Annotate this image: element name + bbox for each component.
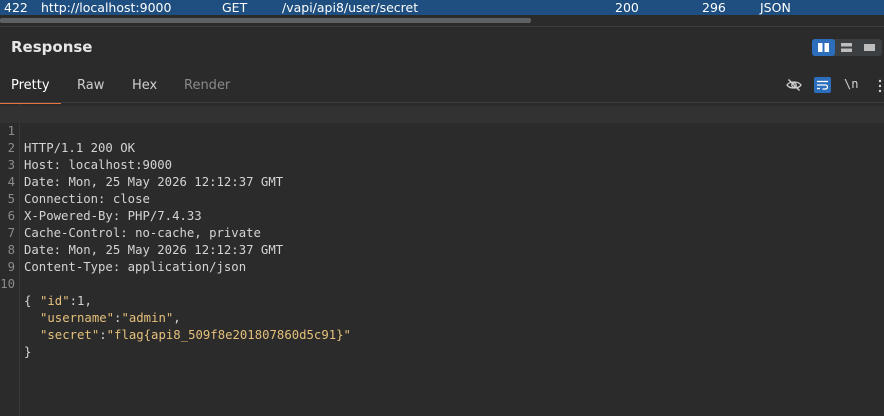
json-close-brace: }	[24, 345, 32, 359]
header-value: localhost:9000	[68, 158, 173, 172]
editor-line: 6 Cache-Control: no-cache, private	[0, 191, 261, 240]
header-value: no-cache, private	[135, 226, 261, 240]
header-value: Mon, 25 May 2026 12:12:37 GMT	[68, 175, 284, 189]
show-newlines-button[interactable]: \n	[844, 77, 858, 91]
editor-line: "id":1,	[40, 294, 92, 308]
panel-title: Response	[11, 38, 93, 56]
editor-line: 7 Date: Mon, 25 May 2026 12:12:37 GMT	[0, 208, 284, 257]
header-name: Cache-Control	[24, 226, 121, 240]
divider	[0, 26, 884, 27]
json-key: "secret"	[40, 328, 100, 342]
split-horizontal-icon[interactable]	[835, 39, 858, 56]
single-pane-icon[interactable]	[858, 39, 881, 56]
editor-line: 9	[0, 242, 30, 274]
editor-line: 2 Host: localhost:9000	[0, 123, 173, 172]
editor-line: 4 Connection: close	[0, 157, 150, 206]
header-value: application/json	[127, 260, 247, 274]
tab-pretty[interactable]: Pretty	[0, 72, 61, 104]
kebab-menu-icon[interactable]	[872, 78, 882, 93]
history-row-selected[interactable]: 422 http://localhost:9000 GET /vapi/api8…	[0, 0, 884, 15]
editor-line: 10 {	[0, 259, 31, 308]
history-id: 422	[4, 0, 28, 15]
history-length: 296	[702, 0, 726, 15]
history-host: http://localhost:9000	[41, 0, 172, 15]
tab-hex[interactable]: Hex	[132, 72, 157, 102]
json-value: "admin"	[121, 311, 174, 325]
horizontal-scrollbar[interactable]	[0, 16, 884, 24]
editor-line: "username":"admin",	[40, 311, 181, 325]
split-vertical-icon[interactable]	[812, 39, 835, 56]
json-key: "username"	[40, 311, 115, 325]
tab-render[interactable]: Render	[184, 72, 230, 102]
editor-line: 1 HTTP/1.1 200 OK	[0, 106, 884, 155]
divider	[0, 102, 884, 103]
status-line: HTTP/1.1 200 OK	[24, 141, 136, 155]
json-value: "flag{api8_509f8e201807860d5c91}"	[106, 328, 351, 342]
header-value: PHP/7.4.33	[127, 209, 202, 223]
editor-line: }	[0, 327, 31, 359]
response-editor[interactable]: 1 HTTP/1.1 200 OK 2 Host: localhost:9000…	[0, 104, 884, 416]
header-value: Mon, 25 May 2026 12:12:37 GMT	[68, 243, 284, 257]
history-url: /vapi/api8/user/secret	[282, 0, 419, 15]
editor-line: "secret":"flag{api8_509f8e201807860d5c91…	[40, 328, 351, 342]
eye-slash-icon[interactable]	[786, 77, 802, 97]
header-name: X-Powered-By	[24, 209, 113, 223]
word-wrap-icon[interactable]	[814, 77, 831, 93]
editor-line: 8 Content-Type: application/json	[0, 225, 247, 274]
scrollbar-thumb[interactable]	[0, 18, 531, 23]
editor-line: 3 Date: Mon, 25 May 2026 12:12:37 GMT	[0, 140, 284, 189]
history-method: GET	[222, 0, 248, 15]
header-name: Connection	[24, 192, 99, 206]
tab-raw[interactable]: Raw	[77, 72, 104, 102]
editor-line: 5 X-Powered-By: PHP/7.4.33	[0, 174, 202, 223]
history-status: 200	[615, 0, 639, 15]
header-name: Content-Type	[24, 260, 113, 274]
history-mime: JSON	[760, 0, 791, 15]
layout-toggle[interactable]	[812, 39, 882, 56]
header-value: close	[112, 192, 150, 206]
json-key: "id"	[40, 294, 70, 308]
